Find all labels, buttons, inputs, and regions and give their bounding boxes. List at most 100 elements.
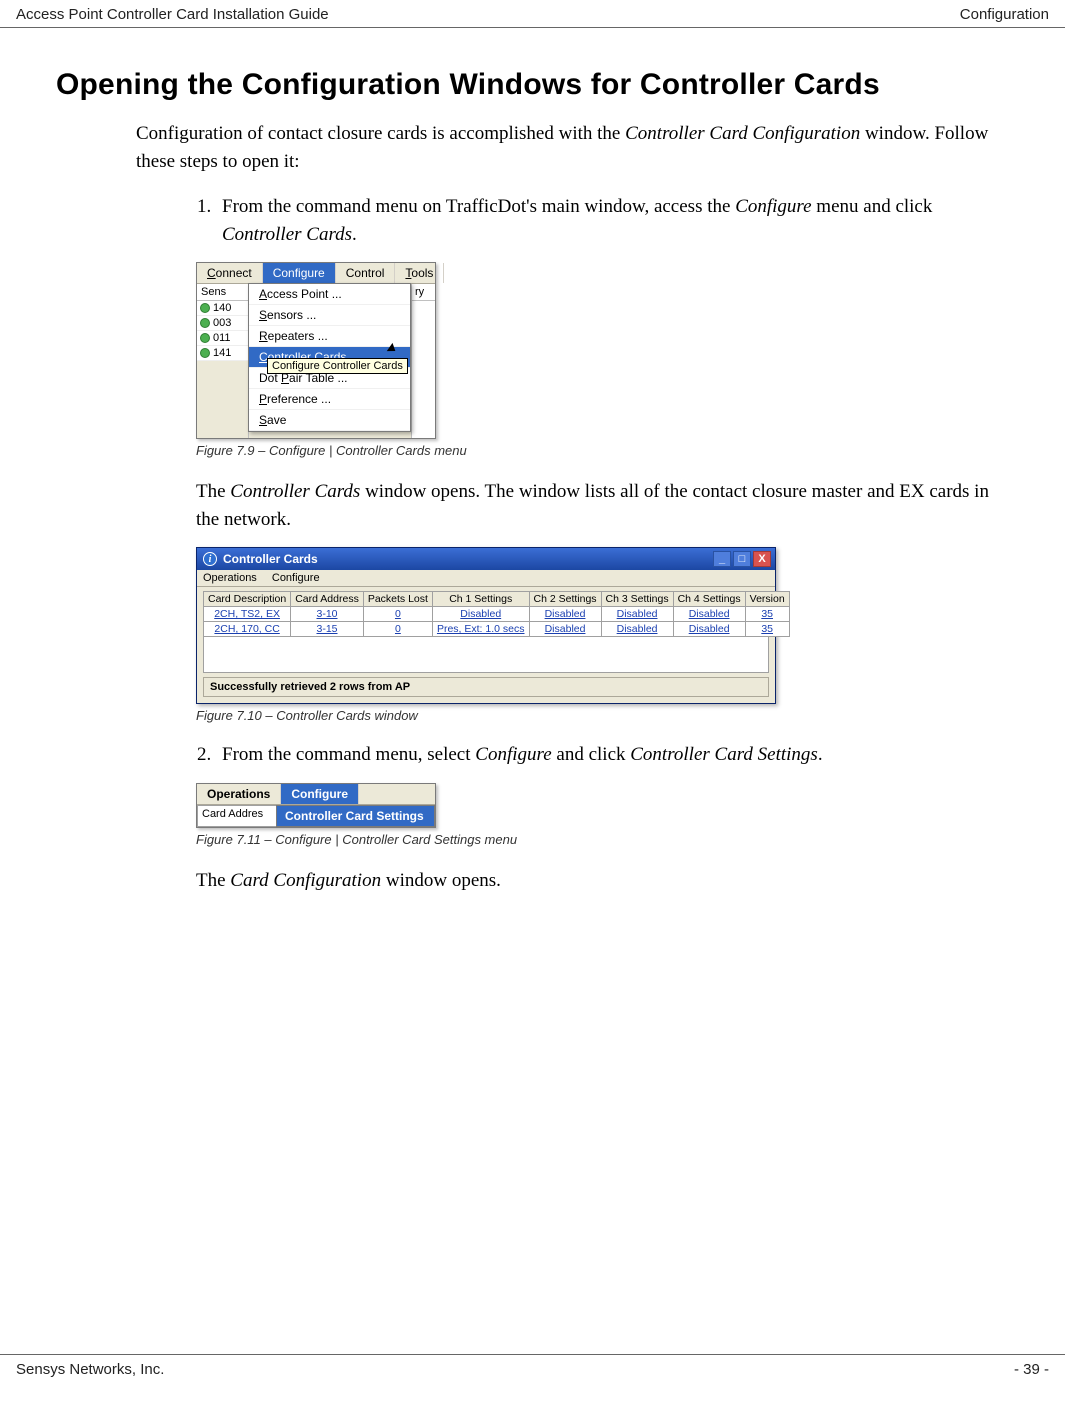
step-2: From the command menu, select Configure … <box>216 741 1009 769</box>
page-footer: Sensys Networks, Inc. - 39 - <box>0 1354 1065 1382</box>
cell-addr[interactable]: 3-10 <box>291 607 364 622</box>
status-dot-icon <box>200 318 210 328</box>
menu-item-controller-card-settings[interactable]: Controller Card Settings <box>277 806 434 826</box>
window-menubar: Operations Configure <box>197 570 775 587</box>
table-row[interactable]: 2CH, TS2, EX 3-10 0 Disabled Disabled Di… <box>204 607 790 622</box>
menu-configure-label: Configure <box>273 266 325 280</box>
fig79-right-header: ry <box>412 284 435 301</box>
col-ch1[interactable]: Ch 1 Settings <box>432 592 529 607</box>
menu-configure[interactable]: Configure <box>281 784 359 804</box>
col-packets-lost[interactable]: Packets Lost <box>363 592 432 607</box>
col-card-description[interactable]: Card Description <box>204 592 291 607</box>
sensor-row[interactable]: 140 <box>197 301 248 316</box>
step1-text-c: . <box>352 224 357 245</box>
footer-right: - 39 - <box>1014 1361 1049 1378</box>
cell-ch1[interactable]: Disabled <box>432 607 529 622</box>
intro-paragraph: Configuration of contact closure cards i… <box>136 120 1009 175</box>
sensor-row[interactable]: 141 <box>197 346 248 361</box>
figure-7-10: i Controller Cards _ □ X Operations Conf… <box>196 547 1009 723</box>
cell-ver[interactable]: 35 <box>745 607 789 622</box>
figure-7-9-caption: Figure 7.9 – Configure | Controller Card… <box>196 443 1009 458</box>
cell-desc[interactable]: 2CH, 170, CC <box>204 622 291 637</box>
cell-ch3[interactable]: Disabled <box>601 607 673 622</box>
intro-text-a: Configuration of contact closure cards i… <box>136 123 625 144</box>
controller-cards-table: Card Description Card Address Packets Lo… <box>203 591 790 637</box>
col-card-address[interactable]: Card Address <box>291 592 364 607</box>
menu-item-access-point[interactable]: Access Point ... <box>249 284 410 305</box>
col-ch4[interactable]: Ch 4 Settings <box>673 592 745 607</box>
controller-cards-window: i Controller Cards _ □ X Operations Conf… <box>196 547 776 704</box>
col-version[interactable]: Version <box>745 592 789 607</box>
cell-ch2[interactable]: Disabled <box>529 622 601 637</box>
menu-item-sensors[interactable]: Sensors ... <box>249 305 410 326</box>
menu-item-save[interactable]: Save <box>249 410 410 431</box>
status-dot-icon <box>200 348 210 358</box>
col-ch3[interactable]: Ch 3 Settings <box>601 592 673 607</box>
header-left: Access Point Controller Card Installatio… <box>16 6 329 23</box>
cell-ch3[interactable]: Disabled <box>601 622 673 637</box>
after-fig79-paragraph: The Controller Cards window opens. The w… <box>196 478 1009 533</box>
cell-ch4[interactable]: Disabled <box>673 607 745 622</box>
window-buttons: _ □ X <box>713 551 771 567</box>
menu-operations[interactable]: Operations <box>197 784 281 804</box>
fig79-sensor-header: Sens <box>197 284 248 301</box>
menu-connect-label: onnect <box>216 266 252 280</box>
after-fig711-paragraph: The Card Configuration window opens. <box>196 867 1009 895</box>
minimize-button[interactable]: _ <box>713 551 731 567</box>
sensor-row[interactable]: 003 <box>197 316 248 331</box>
menu-item-repeaters[interactable]: Repeaters ... <box>249 326 410 347</box>
window-titlebar[interactable]: i Controller Cards _ □ X <box>197 548 775 570</box>
maximize-button[interactable]: □ <box>733 551 751 567</box>
menu-item-label: epeaters ... <box>268 329 328 343</box>
table-empty-area <box>203 637 769 673</box>
fig711-dropdown: Controller Card Settings <box>276 805 435 827</box>
menu-control[interactable]: Control <box>336 263 396 283</box>
step1-em2: Controller Cards <box>222 224 352 245</box>
figure-7-9: Connect Configure Control Tools Sens 140… <box>196 262 1009 458</box>
cell-ch4[interactable]: Disabled <box>673 622 745 637</box>
close-button[interactable]: X <box>753 551 771 567</box>
after-fig711-a: The <box>196 870 230 891</box>
header-right: Configuration <box>960 6 1049 23</box>
menu-tools[interactable]: Tools <box>395 263 444 283</box>
figure-7-11-caption: Figure 7.11 – Configure | Controller Car… <box>196 832 1009 847</box>
cell-lost[interactable]: 0 <box>363 607 432 622</box>
step-1: From the command menu on TrafficDot's ma… <box>216 193 1009 248</box>
sensor-id: 140 <box>213 302 231 314</box>
cell-addr[interactable]: 3-15 <box>291 622 364 637</box>
window-title: Controller Cards <box>223 552 318 566</box>
sensor-id: 141 <box>213 347 231 359</box>
sensor-row[interactable]: 011 <box>197 331 248 346</box>
menu-operations[interactable]: Operations <box>203 572 257 584</box>
step1-em1: Configure <box>735 196 811 217</box>
page-header: Access Point Controller Card Installatio… <box>0 0 1065 28</box>
cell-lost[interactable]: 0 <box>363 622 432 637</box>
fig79-sensor-column: Sens 140 003 011 141 <box>197 284 249 438</box>
menu-configure[interactable]: Configure <box>272 572 320 584</box>
fig711-menubar: Operations Configure <box>197 784 435 805</box>
cell-ch1[interactable]: Pres, Ext: 1.0 secs <box>432 622 529 637</box>
intro-em: Controller Card Configuration <box>625 123 860 144</box>
titlebar-left: i Controller Cards <box>203 552 318 566</box>
menu-item-label: ave <box>267 413 286 427</box>
figure-7-11: Operations Configure Card Addres Control… <box>196 783 1009 847</box>
step2-em2: Controller Card Settings <box>630 744 818 765</box>
tooltip: Configure Controller Cards <box>267 358 408 374</box>
menu-connect[interactable]: Connect <box>197 263 263 283</box>
menu-item-label: ensors ... <box>267 308 316 322</box>
col-ch2[interactable]: Ch 2 Settings <box>529 592 601 607</box>
menu-item-preference[interactable]: Preference ... <box>249 389 410 410</box>
menu-configure[interactable]: Configure <box>263 263 336 283</box>
section-title: Opening the Configuration Windows for Co… <box>56 68 1009 102</box>
table-header-row: Card Description Card Address Packets Lo… <box>204 592 790 607</box>
sensor-id: 011 <box>213 332 231 344</box>
window-body: Card Description Card Address Packets Lo… <box>197 587 775 703</box>
after-fig79-em: Controller Cards <box>230 481 360 502</box>
cell-desc[interactable]: 2CH, TS2, EX <box>204 607 291 622</box>
after-fig79-a: The <box>196 481 230 502</box>
status-dot-icon <box>200 303 210 313</box>
after-fig711-b: window opens. <box>381 870 501 891</box>
cell-ch2[interactable]: Disabled <box>529 607 601 622</box>
cell-ver[interactable]: 35 <box>745 622 789 637</box>
table-row[interactable]: 2CH, 170, CC 3-15 0 Pres, Ext: 1.0 secs … <box>204 622 790 637</box>
